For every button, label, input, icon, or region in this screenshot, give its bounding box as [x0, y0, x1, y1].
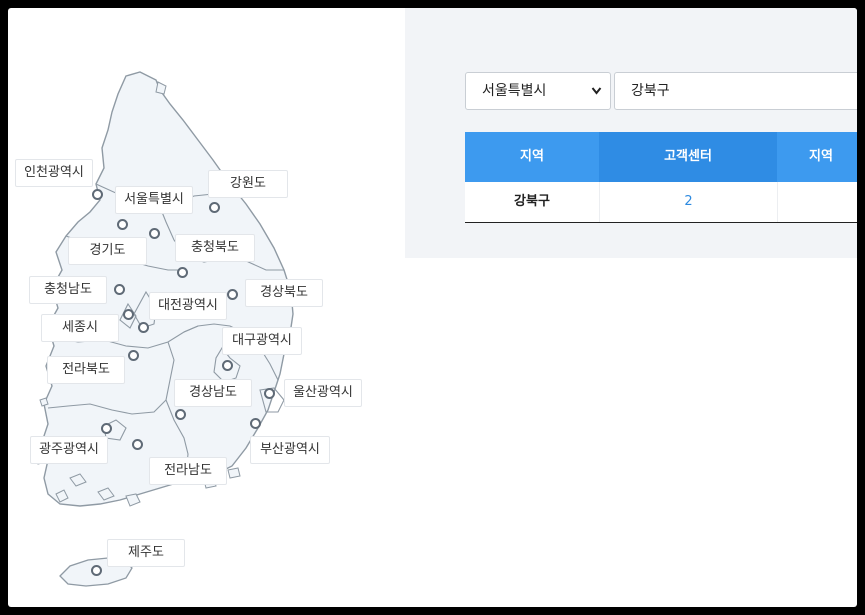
region-label-gwangju[interactable]: 광주광역시	[30, 436, 108, 464]
column-header-centers: 고객센터	[599, 132, 777, 182]
region-label-incheon[interactable]: 인천광역시	[15, 159, 93, 187]
region-label-gyeonggi[interactable]: 경기도	[68, 237, 147, 265]
region-marker-gyeongbuk[interactable]	[227, 289, 238, 300]
region-label-chungnam[interactable]: 충청남도	[29, 276, 107, 304]
region-marker-jeonbuk[interactable]	[128, 350, 139, 361]
region-label-jeonbuk[interactable]: 전라북도	[47, 356, 125, 384]
region-label-jeonnam[interactable]: 전라남도	[149, 457, 227, 485]
city-select-value: 서울특별시	[482, 83, 547, 99]
region-marker-daejeon[interactable]	[138, 322, 149, 333]
region-marker-ulsan[interactable]	[264, 388, 275, 399]
korea-map: 인천광역시 서울특별시 강원도 경기도 충청북도 충청남도 경상북도 대전광역시…	[8, 8, 405, 607]
region-marker-daegu[interactable]	[222, 360, 233, 371]
region-label-gangwon[interactable]: 강원도	[208, 170, 288, 198]
region-label-daejeon[interactable]: 대전광역시	[149, 292, 227, 320]
cell-center-count[interactable]: 2	[599, 182, 777, 222]
region-marker-sejong[interactable]	[123, 309, 134, 320]
region-marker-seoul[interactable]	[117, 219, 128, 230]
region-marker-chungbuk[interactable]	[177, 267, 188, 278]
customer-center-table: 지역 고객센터 지역 강북구 2	[465, 132, 857, 223]
cell-region: 강북구	[514, 194, 550, 209]
region-marker-gyeonggi[interactable]	[149, 228, 160, 239]
customer-center-panel: 서울특별시 강북구 지역 고객센터 지역 강북구 2	[405, 8, 857, 258]
district-input[interactable]: 강북구	[614, 72, 857, 110]
region-marker-busan[interactable]	[250, 418, 261, 429]
district-input-value: 강북구	[631, 83, 670, 99]
region-marker-gwangju[interactable]	[101, 423, 112, 434]
region-label-chungbuk[interactable]: 충청북도	[175, 234, 255, 262]
region-marker-jeju[interactable]	[91, 565, 102, 576]
city-select[interactable]: 서울특별시	[465, 72, 611, 110]
region-marker-jeonnam[interactable]	[132, 439, 143, 450]
column-header-region: 지역	[465, 132, 599, 182]
region-marker-chungnam[interactable]	[114, 284, 125, 295]
column-header-region-2: 지역	[777, 132, 857, 182]
app-window: 인천광역시 서울특별시 강원도 경기도 충청북도 충청남도 경상북도 대전광역시…	[8, 8, 857, 607]
region-label-daegu[interactable]: 대구광역시	[222, 327, 302, 355]
region-marker-gyeongnam[interactable]	[175, 409, 186, 420]
region-label-busan[interactable]: 부산광역시	[250, 436, 330, 464]
table-header: 지역 고객센터 지역	[465, 132, 857, 182]
region-marker-incheon[interactable]	[92, 189, 103, 200]
region-label-gyeongbuk[interactable]: 경상북도	[245, 279, 323, 307]
region-label-seoul[interactable]: 서울특별시	[115, 186, 193, 214]
region-label-ulsan[interactable]: 울산광역시	[284, 379, 362, 407]
table-row[interactable]: 강북구 2	[465, 182, 857, 223]
cell-region-2	[777, 182, 857, 222]
region-marker-gangwon[interactable]	[209, 202, 220, 213]
region-label-sejong[interactable]: 세종시	[41, 314, 119, 342]
region-label-jeju[interactable]: 제주도	[107, 539, 185, 567]
chevron-down-icon	[591, 73, 602, 124]
region-label-gyeongnam[interactable]: 경상남도	[174, 379, 252, 407]
